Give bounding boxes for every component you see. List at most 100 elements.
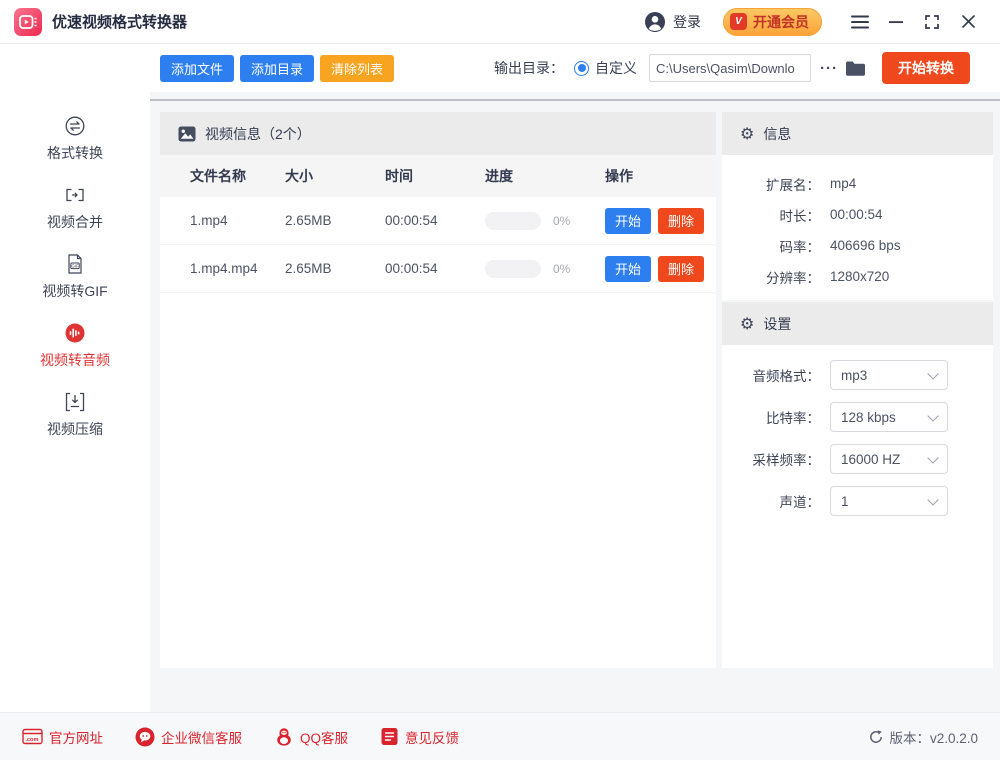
main-area: 添加文件 添加目录 清除列表 输出目录： 自定义 ··· 开始转换 <box>150 44 1000 712</box>
row-delete-button[interactable]: 删除 <box>658 207 705 234</box>
app-logo-icon <box>14 7 42 36</box>
row-start-button[interactable]: 开始 <box>605 207 652 234</box>
add-directory-button[interactable]: 添加目录 <box>240 54 315 82</box>
bitrate-select[interactable]: 128 kbps <box>830 402 948 432</box>
progress-percent: 0% <box>553 213 571 228</box>
gear-icon: ⚙ <box>740 123 755 143</box>
sample-rate-select[interactable]: 16000 HZ <box>830 444 948 474</box>
svg-text:GIF: GIF <box>71 263 79 268</box>
wechat-service-icon <box>135 727 155 747</box>
sample-rate-label: 采样频率： <box>752 453 821 468</box>
sidebar-item-label: 视频压缩 <box>47 420 103 437</box>
svg-text:.com: .com <box>25 737 38 743</box>
col-file-name: 文件名称 <box>190 168 246 184</box>
chevron-down-icon <box>927 409 939 422</box>
progress-bar <box>485 211 541 230</box>
wechat-service-link[interactable]: 企业微信客服 <box>135 727 242 747</box>
sidebar-item-video-merge[interactable]: 视频合并 <box>0 173 150 242</box>
channels-select[interactable]: 1 <box>830 486 948 516</box>
toolbar-divider <box>150 99 1000 101</box>
cell-time: 00:00:54 <box>385 261 438 276</box>
info-label: 分辨率： <box>766 270 820 286</box>
bitrate-label: 比特率： <box>766 411 820 426</box>
qq-icon <box>274 727 294 747</box>
feedback-label: 意见反馈 <box>405 730 460 746</box>
menu-button[interactable] <box>842 8 878 36</box>
clear-list-button[interactable]: 清除列表 <box>320 54 395 82</box>
bitrate-value: 128 kbps <box>841 409 896 425</box>
row-start-button[interactable]: 开始 <box>605 255 652 282</box>
hamburger-icon <box>851 15 869 28</box>
sidebar-item-format-convert[interactable]: 格式转换 <box>0 104 150 173</box>
vip-button[interactable]: V 开通会员 <box>723 7 822 36</box>
cell-file-name: 1.mp4 <box>190 213 228 228</box>
audio-format-value: mp3 <box>841 367 868 383</box>
video-to-audio-icon <box>64 322 86 344</box>
settings-panel-title: 设置 <box>763 315 792 332</box>
official-website-link[interactable]: .com 官方网址 <box>22 727 103 747</box>
table-row: 1.mp4.mp4 2.65MB 00:00:54 0% 开始 删除 <box>160 245 716 293</box>
channels-value: 1 <box>841 493 849 509</box>
output-path-input[interactable] <box>649 54 811 82</box>
info-value: 1280x720 <box>830 269 890 284</box>
maximize-button[interactable] <box>914 8 950 36</box>
sidebar: 格式转换 视频合并 GIF 视频转GIF 视频转音频 视频压缩 <box>0 44 150 712</box>
close-icon <box>961 15 975 28</box>
sidebar-item-video-to-gif[interactable]: GIF 视频转GIF <box>0 242 150 311</box>
audio-format-label: 音频格式： <box>752 369 821 384</box>
info-value: 00:00:54 <box>830 207 883 222</box>
cell-size: 2.65MB <box>285 261 332 276</box>
titlebar: 优速视频格式转换器 登录 V 开通会员 <box>0 0 1000 44</box>
video-list-panel: 视频信息（2个） 文件名称 大小 时间 进度 操作 1.mp4 2.65MB 0… <box>160 112 716 668</box>
close-button[interactable] <box>950 8 986 36</box>
feedback-link[interactable]: 意见反馈 <box>380 727 459 747</box>
info-value: mp4 <box>830 176 857 191</box>
qq-service-link[interactable]: QQ客服 <box>274 727 348 747</box>
chevron-down-icon <box>927 493 939 506</box>
video-list-header: 视频信息（2个） <box>160 112 716 155</box>
info-panel-header: ⚙ 信息 <box>722 112 993 155</box>
cell-size: 2.65MB <box>285 213 332 228</box>
chevron-down-icon <box>927 367 939 380</box>
add-file-button[interactable]: 添加文件 <box>160 54 235 82</box>
video-to-gif-icon: GIF <box>64 253 86 275</box>
custom-radio[interactable] <box>574 60 589 76</box>
progress-percent: 0% <box>553 261 571 276</box>
output-dir-label: 输出目录： <box>494 60 564 76</box>
col-size: 大小 <box>285 168 313 184</box>
sidebar-item-video-to-audio[interactable]: 视频转音频 <box>0 311 150 380</box>
progress-bar <box>485 259 541 278</box>
video-compress-icon <box>64 391 86 413</box>
settings-panel: ⚙ 设置 音频格式： mp3 比特率： 128 kbps 采样频率： 16000… <box>722 302 993 668</box>
version-label: 版本：v2.0.2.0 <box>889 730 978 746</box>
info-label: 码率： <box>779 239 821 255</box>
official-website-label: 官方网址 <box>49 730 103 746</box>
chevron-down-icon <box>927 451 939 464</box>
vip-label: 开通会员 <box>753 13 809 30</box>
table-header-row: 文件名称 大小 时间 进度 操作 <box>160 155 716 197</box>
sidebar-item-label: 视频转GIF <box>42 282 108 299</box>
login-button[interactable]: 登录 <box>644 11 701 33</box>
gear-icon: ⚙ <box>740 313 755 333</box>
minimize-button[interactable] <box>878 8 914 36</box>
sample-rate-value: 16000 HZ <box>841 451 901 467</box>
sidebar-item-label: 视频转音频 <box>40 351 110 368</box>
sidebar-item-label: 视频合并 <box>47 213 103 230</box>
row-delete-button[interactable]: 删除 <box>658 255 705 282</box>
start-convert-button[interactable]: 开始转换 <box>882 52 970 84</box>
vip-icon: V <box>730 13 747 30</box>
custom-radio-label[interactable]: 自定义 <box>595 58 637 78</box>
version-info: 版本：v2.0.2.0 <box>869 727 978 747</box>
video-merge-icon <box>64 184 86 206</box>
login-label: 登录 <box>673 13 701 30</box>
col-time: 时间 <box>385 168 413 184</box>
open-folder-button[interactable] <box>845 60 866 77</box>
browse-more-button[interactable]: ··· <box>820 60 838 77</box>
feedback-icon <box>380 727 399 746</box>
audio-format-select[interactable]: mp3 <box>830 360 948 390</box>
sidebar-item-video-compress[interactable]: 视频压缩 <box>0 380 150 449</box>
info-panel: ⚙ 信息 扩展名： mp4 时长： 00:00:54 码率： 406696 bps 分… <box>722 112 993 300</box>
folder-icon <box>846 61 865 76</box>
refresh-icon <box>869 729 883 744</box>
sidebar-item-label: 格式转换 <box>47 144 103 161</box>
